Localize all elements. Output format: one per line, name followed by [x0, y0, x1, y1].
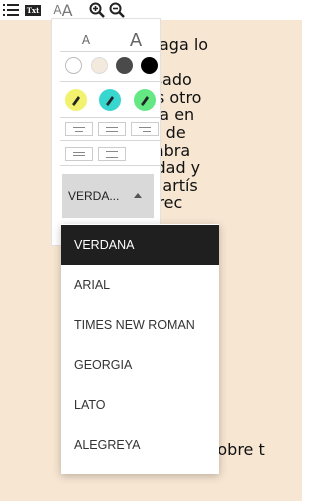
font-size-small-glyph: A: [53, 3, 62, 17]
zoom-in-icon: [89, 2, 105, 18]
list-icon: [3, 4, 19, 16]
txt-badge: Txt: [24, 4, 42, 16]
divider: [60, 51, 160, 52]
marker-icon: [106, 96, 114, 106]
reader-toolbar: Txt AA: [0, 0, 302, 20]
highlight-yellow-button[interactable]: [65, 89, 87, 111]
font-option-lato[interactable]: LATO: [61, 385, 219, 425]
divider: [60, 140, 160, 141]
font-option-verdana[interactable]: VERDANA: [61, 225, 219, 265]
align-justify-button[interactable]: [98, 122, 126, 136]
font-size-button[interactable]: AA: [52, 0, 74, 20]
reader-settings-panel: A A VERDA...: [51, 18, 161, 246]
divider: [60, 165, 160, 166]
align-right-button[interactable]: [131, 122, 159, 136]
marker-icon: [72, 96, 80, 106]
align-center-button[interactable]: [65, 122, 93, 136]
font-option-georgia[interactable]: GEORGIA: [61, 345, 219, 385]
line-spacing-small-button[interactable]: [65, 147, 93, 161]
highlight-cyan-button[interactable]: [99, 89, 121, 111]
font-option-alegreya[interactable]: ALEGREYA: [61, 425, 219, 465]
zoom-out-button[interactable]: [108, 0, 126, 20]
caret-up-icon: [134, 193, 142, 198]
text-mode-button[interactable]: Txt: [23, 0, 43, 20]
increase-font-button[interactable]: A: [124, 30, 148, 51]
zoom-in-button[interactable]: [88, 0, 106, 20]
marker-icon: [141, 96, 149, 106]
highlight-green-button[interactable]: [134, 89, 156, 111]
theme-black-swatch[interactable]: [141, 57, 158, 74]
font-option-times-new-roman[interactable]: TIMES NEW ROMAN: [61, 305, 219, 345]
font-size-large-glyph: A: [61, 0, 73, 20]
line-spacing-large-button[interactable]: [98, 147, 126, 161]
table-of-contents-button[interactable]: [2, 0, 20, 20]
font-family-dropdown: VERDANA ARIAL TIMES NEW ROMAN GEORGIA LATO AL…: [61, 224, 219, 474]
divider: [60, 117, 160, 118]
divider: [60, 81, 160, 82]
font-option-arial[interactable]: ARIAL: [61, 265, 219, 305]
font-select-value: VERDA...: [68, 189, 120, 203]
decrease-font-button[interactable]: A: [74, 31, 98, 49]
theme-white-swatch[interactable]: [65, 57, 82, 74]
theme-gray-swatch[interactable]: [116, 57, 133, 74]
font-family-select[interactable]: VERDA...: [62, 174, 154, 218]
zoom-out-icon: [109, 2, 125, 18]
theme-sepia-swatch[interactable]: [91, 57, 108, 74]
